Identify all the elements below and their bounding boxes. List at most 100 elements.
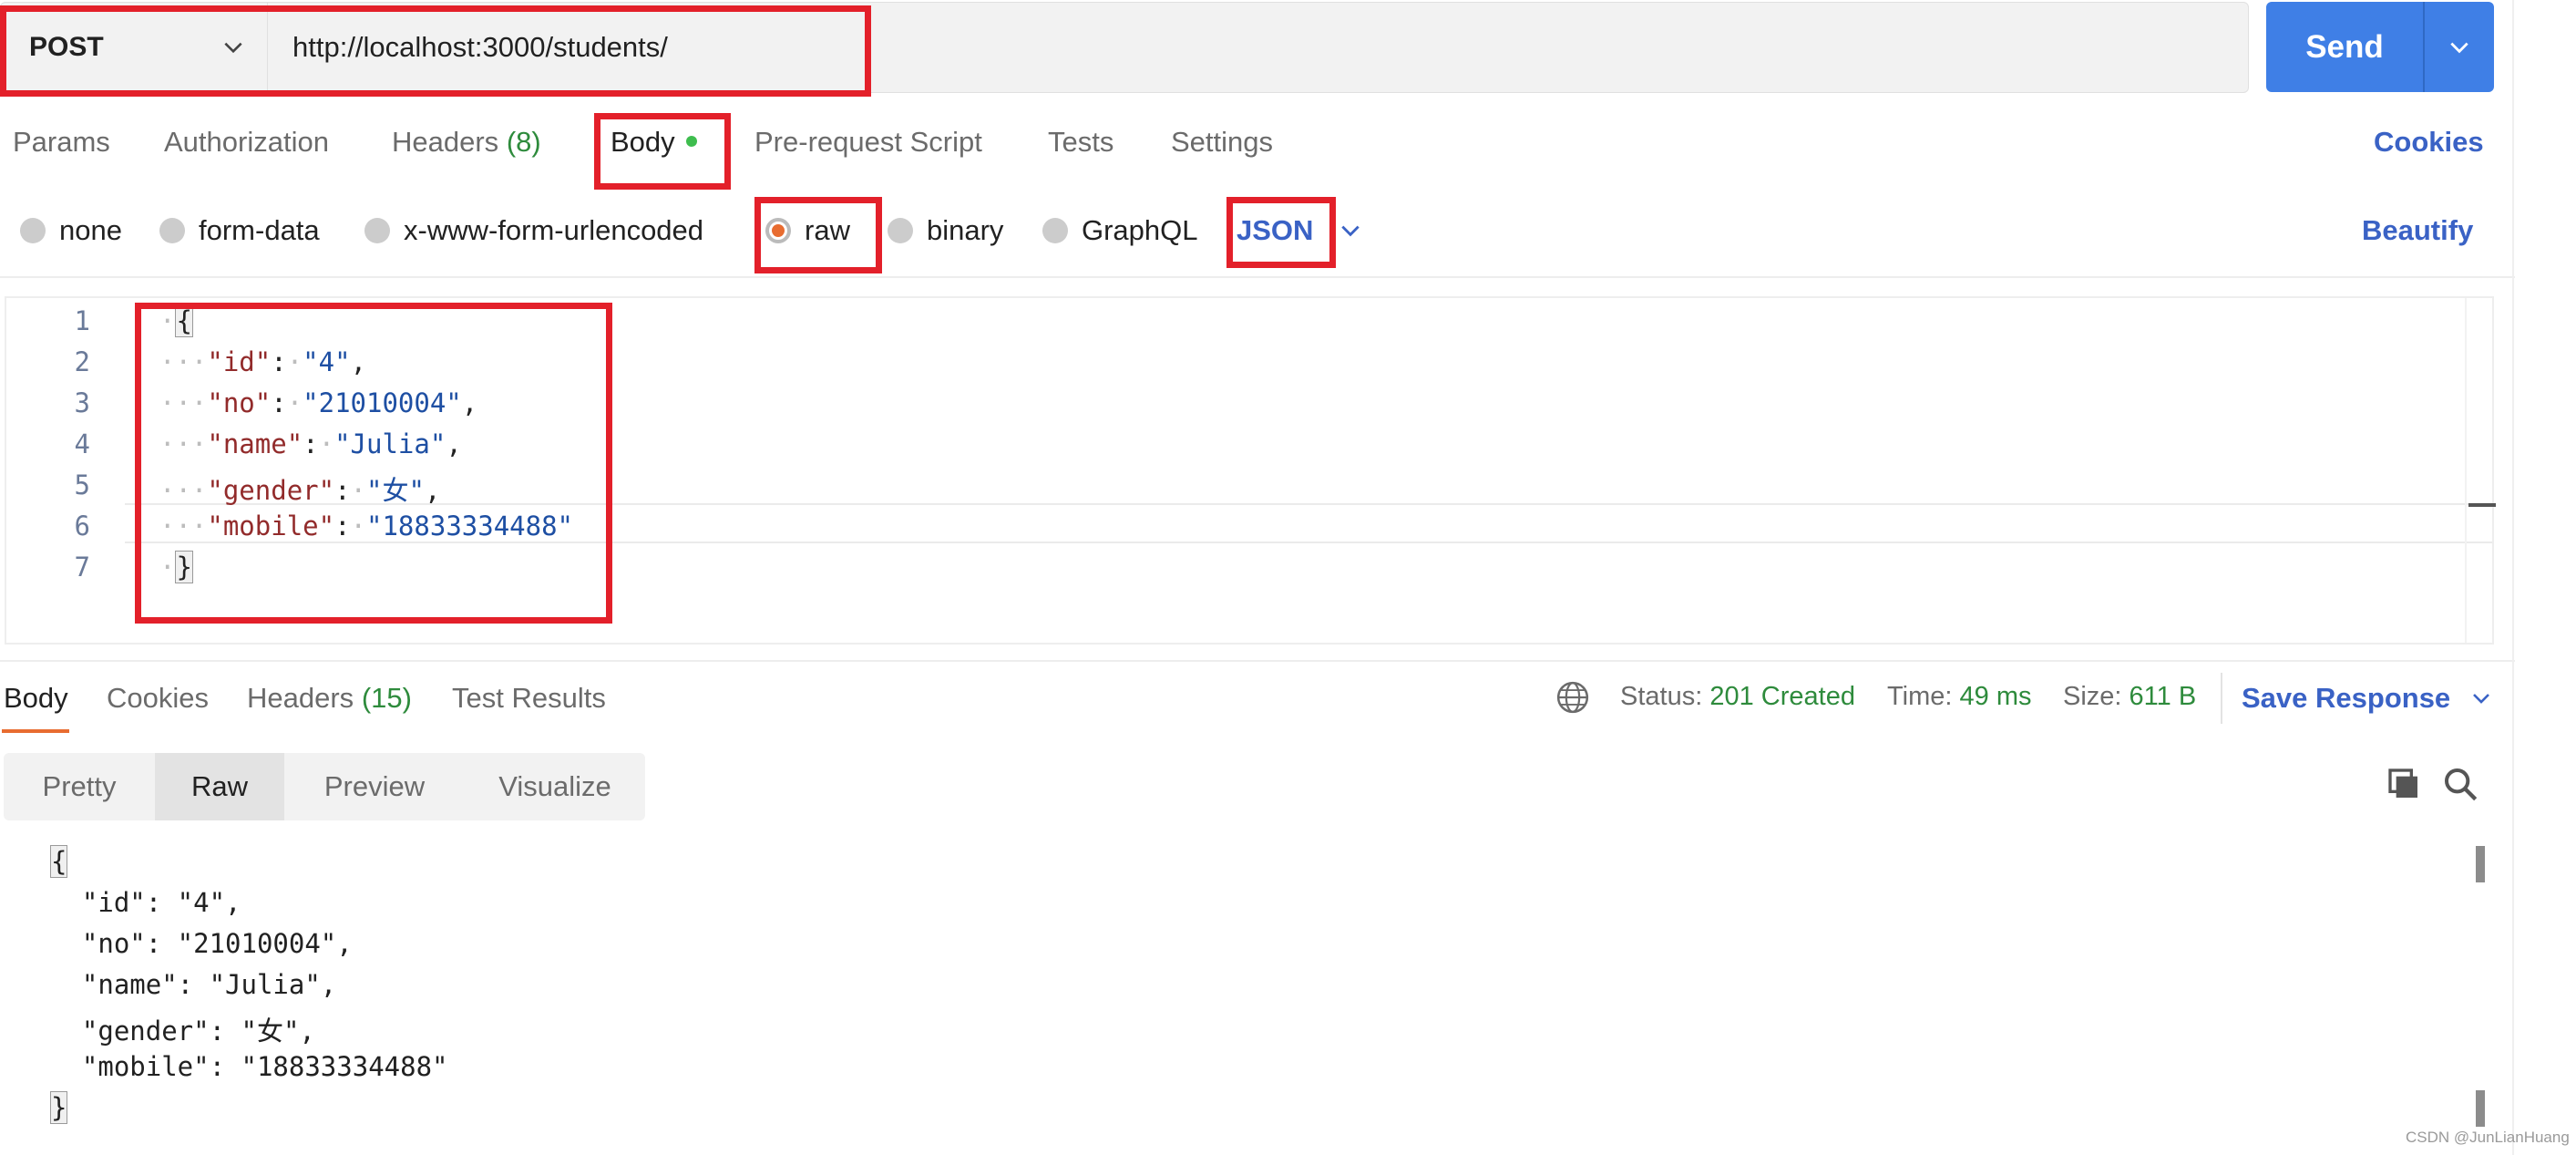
code-line: ···"id":·"4",: [159, 346, 367, 377]
globe-icon[interactable]: [1555, 680, 1590, 715]
save-response-button[interactable]: Save Response: [2242, 682, 2492, 715]
tab-body-label: Body: [611, 126, 675, 158]
response-tab-body[interactable]: Body: [4, 682, 68, 715]
tab-authorization[interactable]: Authorization: [164, 126, 329, 159]
time-readout[interactable]: Time: 49 ms: [1887, 682, 2031, 712]
method-label: POST: [29, 32, 104, 62]
line-number: 6: [74, 510, 90, 541]
code-line: ···"no":·"21010004",: [159, 387, 478, 418]
view-mode-pretty[interactable]: Pretty: [4, 753, 155, 820]
chevron-down-icon: [2450, 42, 2468, 53]
response-tab-headers-count: (15): [361, 682, 412, 714]
radio-circle: [159, 218, 185, 243]
tab-settings[interactable]: Settings: [1171, 126, 1273, 159]
line-number-gutter: 1 2 3 4 5 6 7: [6, 298, 125, 643]
line-number: 5: [74, 469, 90, 500]
comma: ,: [461, 387, 478, 418]
view-mode-switcher: Pretty Raw Preview Visualize: [4, 753, 645, 820]
radio-graphql-label: GraphQL: [1082, 214, 1198, 246]
tab-pre-request-script[interactable]: Pre-request Script: [754, 126, 982, 159]
response-tab-headers-label: Headers: [247, 682, 354, 714]
space-dot: ·: [286, 387, 303, 418]
response-tab-headers[interactable]: Headers (15): [247, 682, 412, 715]
line-number: 3: [74, 387, 90, 418]
code-line: ···"mobile":·"18833334488": [159, 510, 573, 541]
size-readout[interactable]: Size: 611 B: [2063, 682, 2196, 712]
send-button[interactable]: Send: [2266, 2, 2494, 92]
json-value: "Julia": [334, 428, 446, 459]
time-label: Time:: [1887, 682, 1953, 711]
comma: ,: [350, 346, 367, 377]
tab-body[interactable]: Body: [611, 126, 697, 159]
url-input[interactable]: http://localhost:3000/students/: [292, 3, 668, 92]
space-dot: ·: [350, 510, 367, 541]
radio-binary-label: binary: [927, 214, 1004, 246]
send-options-button[interactable]: [2425, 2, 2494, 92]
response-tab-cookies[interactable]: Cookies: [107, 682, 209, 715]
indent-dots: ···: [159, 346, 208, 377]
response-tab-test-results[interactable]: Test Results: [452, 682, 606, 715]
response-line: "no": "21010004",: [50, 928, 353, 959]
json-key: "mobile": [207, 510, 335, 541]
divider: [0, 276, 2515, 278]
tab-params[interactable]: Params: [13, 126, 110, 159]
tab-headers-label: Headers: [392, 126, 499, 158]
code-line: ···"gender":·"女",: [159, 475, 441, 506]
indent-dots: ···: [159, 428, 208, 459]
response-scrollbar-thumb[interactable]: [2476, 846, 2485, 882]
response-scrollbar-thumb[interactable]: [2476, 1090, 2485, 1127]
radio-binary[interactable]: binary: [888, 206, 1003, 255]
url-divider: [267, 3, 268, 92]
line-number: 4: [74, 428, 90, 459]
space-dot: ·: [318, 428, 335, 459]
search-icon[interactable]: [2442, 766, 2479, 802]
json-value: "4": [303, 346, 351, 377]
radio-none[interactable]: none: [20, 206, 122, 255]
beautify-link[interactable]: Beautify: [2362, 206, 2473, 255]
radio-graphql[interactable]: GraphQL: [1042, 206, 1198, 255]
tab-tests[interactable]: Tests: [1048, 126, 1114, 159]
radio-urlencoded[interactable]: x-www-form-urlencoded: [364, 206, 703, 255]
brace: }: [50, 1091, 68, 1124]
response-line: "id": "4",: [50, 887, 241, 918]
size-label: Size:: [2063, 682, 2122, 711]
editor-scrollbar-thumb[interactable]: [2468, 503, 2496, 507]
response-body[interactable]: { "id": "4", "no": "21010004", "name": "…: [0, 839, 2497, 1140]
chevron-down-icon: [2473, 694, 2490, 704]
chevron-down-icon: [1341, 225, 1360, 237]
size-value: 611 B: [2129, 682, 2197, 711]
status-readout[interactable]: Status: 201 Created: [1620, 682, 1855, 712]
space-dot: ·: [350, 475, 367, 506]
line-number: 7: [74, 552, 90, 583]
divider: [2221, 673, 2222, 724]
status-value: 201 Created: [1709, 682, 1855, 711]
indent-dots: ···: [159, 387, 208, 418]
view-mode-visualize[interactable]: Visualize: [465, 753, 645, 820]
brace: {: [175, 304, 193, 337]
json-value: "女": [366, 475, 425, 506]
radio-urlencoded-label: x-www-form-urlencoded: [404, 214, 704, 246]
editor-scrollbar-track[interactable]: [2465, 298, 2467, 643]
response-line: "name": "Julia",: [50, 969, 337, 1000]
language-select[interactable]: JSON: [1237, 206, 1362, 255]
copy-icon[interactable]: [2386, 766, 2422, 802]
request-body-editor[interactable]: 1 2 3 4 5 6 7 · { ···"id":·"4", ···"no":·…: [5, 296, 2496, 645]
radio-circle: [364, 218, 390, 243]
watermark: CSDN @JunLianHuang: [2406, 1129, 2570, 1146]
cookies-link[interactable]: Cookies: [2374, 126, 2484, 159]
active-tab-underline: [2, 729, 69, 733]
tab-headers[interactable]: Headers (8): [392, 126, 541, 159]
radio-raw[interactable]: raw: [765, 206, 850, 255]
radio-circle: [20, 218, 46, 243]
comma: ,: [424, 475, 441, 506]
radio-form-data[interactable]: form-data: [159, 206, 320, 255]
radio-form-data-label: form-data: [199, 214, 320, 246]
view-mode-raw[interactable]: Raw: [155, 753, 284, 820]
code-line: ·}: [159, 551, 193, 583]
response-line: "mobile": "18833334488": [50, 1051, 448, 1082]
radio-circle-selected: [765, 218, 791, 243]
response-line: {: [50, 845, 68, 878]
view-mode-preview[interactable]: Preview: [284, 753, 465, 820]
language-label: JSON: [1237, 214, 1314, 246]
json-value: "18833334488": [366, 510, 573, 541]
